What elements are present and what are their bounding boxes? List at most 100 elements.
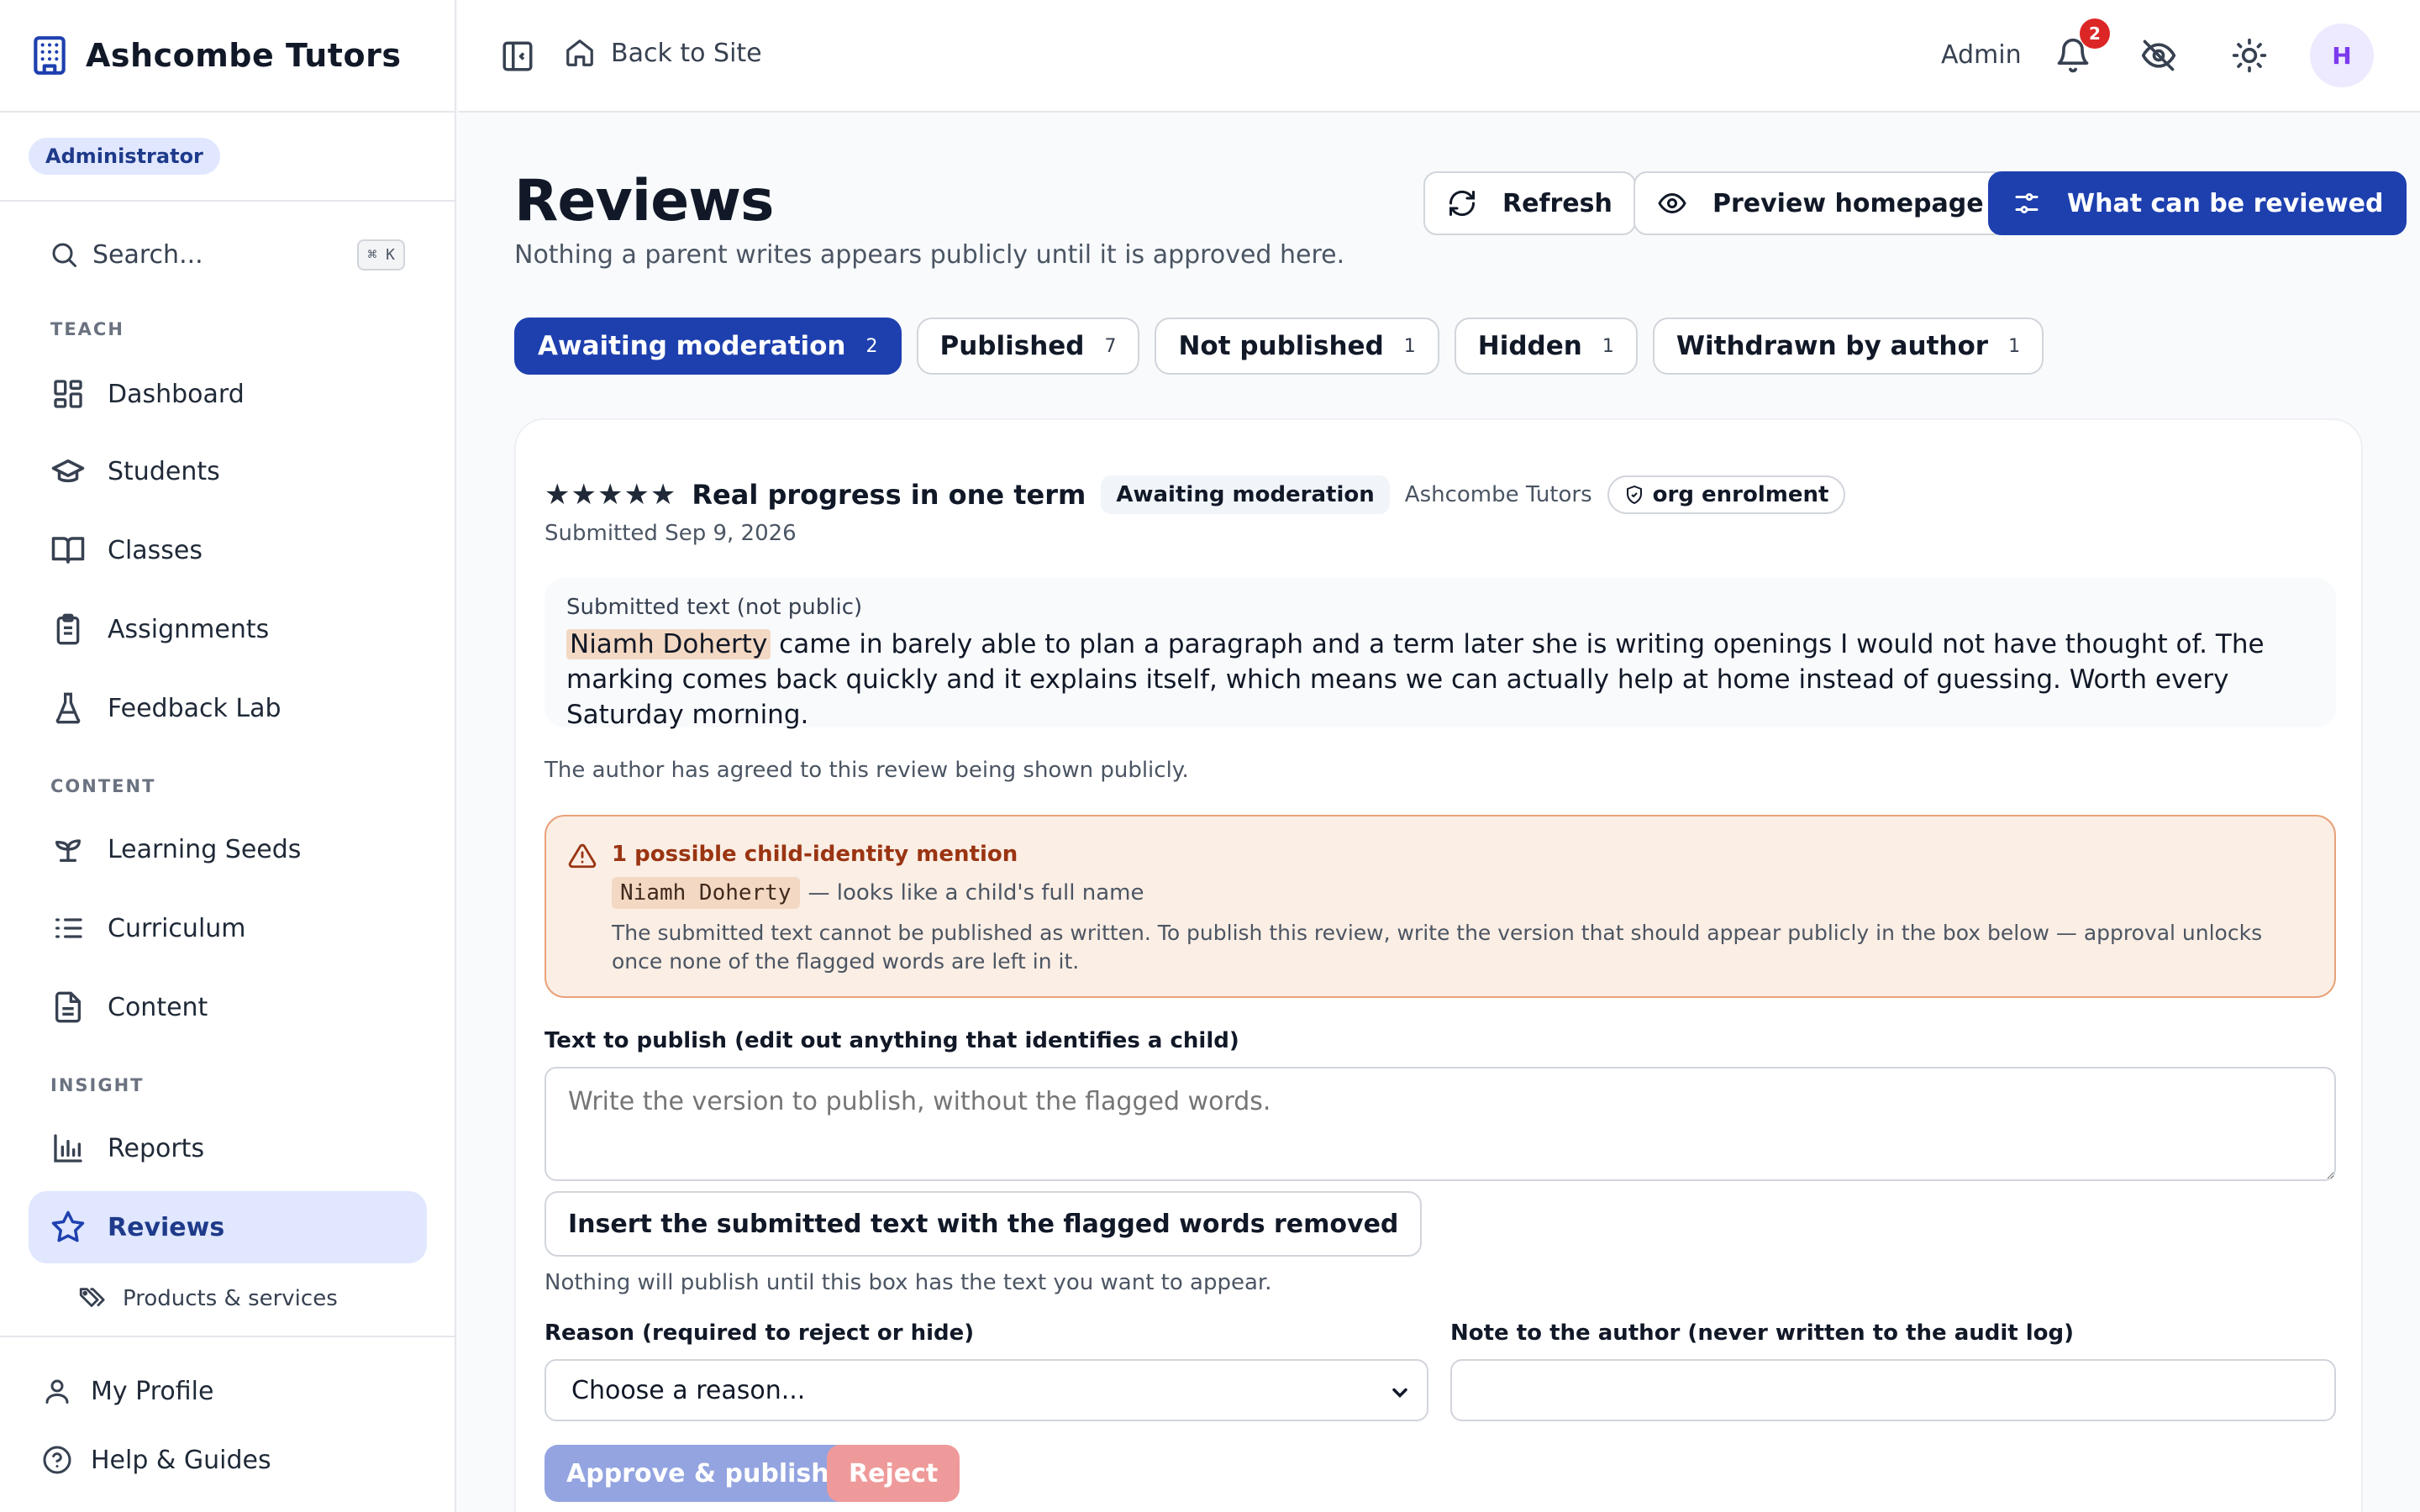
shield-check-icon bbox=[1626, 486, 1642, 504]
page-subtitle: Nothing a parent writes appears publicly… bbox=[514, 240, 1345, 270]
sidebar-item-reports[interactable]: Reports bbox=[29, 1112, 427, 1184]
sidebar-item-label: Help & Guides bbox=[91, 1445, 271, 1475]
publish-text-label: Text to publish (edit out anything that … bbox=[544, 1028, 1239, 1053]
page-title: Reviews bbox=[514, 168, 775, 234]
warning-title: 1 possible child-identity mention bbox=[612, 842, 1018, 867]
alert-triangle-icon bbox=[568, 843, 597, 869]
sidebar-item-curriculum[interactable]: Curriculum bbox=[29, 892, 427, 964]
tab-label: Hidden bbox=[1477, 331, 1582, 361]
home-icon bbox=[566, 39, 593, 66]
role-area: Administrator bbox=[0, 113, 455, 202]
list-ordered-icon bbox=[50, 911, 86, 946]
submitted-text-box: Submitted text (not public) Niamh Dohert… bbox=[544, 578, 2336, 730]
author-note-label: Note to the author (never written to the… bbox=[1450, 1320, 2075, 1346]
sidebar-item-label: Learning Seeds bbox=[108, 834, 302, 864]
sidebar-item-my-profile[interactable]: My Profile bbox=[42, 1366, 213, 1416]
tab-count: 1 bbox=[1602, 335, 1614, 357]
eye-off-icon[interactable] bbox=[2140, 37, 2177, 74]
refresh-icon bbox=[1449, 190, 1476, 217]
submitted-date: Submitted Sep 9, 2026 bbox=[544, 521, 797, 546]
section-label-teach: TEACH bbox=[50, 319, 124, 339]
sidebar-item-label: Reports bbox=[108, 1133, 205, 1163]
sidebar-bottom-divider bbox=[0, 1336, 455, 1337]
sidebar-item-label: Students bbox=[108, 456, 220, 486]
reason-selected-value: Choose a reason... bbox=[571, 1375, 806, 1405]
search-placeholder: Search... bbox=[92, 239, 203, 270]
file-text-icon bbox=[50, 990, 86, 1025]
sidebar-item-label: My Profile bbox=[91, 1376, 214, 1406]
sidebar-item-label: Reviews bbox=[108, 1212, 225, 1242]
tab-awaiting-moderation[interactable]: Awaiting moderation 2 bbox=[514, 318, 902, 375]
tab-count: 1 bbox=[2008, 335, 2021, 357]
sidebar-item-help-guides[interactable]: Help & Guides bbox=[42, 1435, 271, 1485]
tab-published[interactable]: Published 7 bbox=[916, 318, 1140, 375]
review-title: Real progress in one term bbox=[692, 479, 1086, 511]
what-can-be-reviewed-label: What can be reviewed bbox=[2067, 188, 2384, 218]
what-can-be-reviewed-button[interactable]: What can be reviewed bbox=[1988, 171, 2407, 235]
sidebar-item-content[interactable]: Content bbox=[29, 971, 427, 1043]
eye-icon bbox=[1658, 192, 1686, 214]
notification-badge: 2 bbox=[2080, 18, 2110, 49]
preview-homepage-label: Preview homepage bbox=[1712, 188, 1984, 218]
tab-withdrawn-by-author[interactable]: Withdrawn by author 1 bbox=[1652, 318, 2044, 375]
sidebar-item-feedback-lab[interactable]: Feedback Lab bbox=[29, 672, 427, 744]
warning-description: The submitted text cannot be published a… bbox=[612, 921, 2263, 974]
review-card: ★★★★★ Real progress in one term Awaiting… bbox=[514, 418, 2363, 1512]
flask-icon bbox=[50, 690, 86, 726]
search-shortcut: ⌘ K bbox=[357, 239, 405, 270]
preview-homepage-button[interactable]: Preview homepage bbox=[1634, 171, 2007, 235]
sidebar-item-learning-seeds[interactable]: Learning Seeds bbox=[29, 813, 427, 885]
sidebar-item-label: Feedback Lab bbox=[108, 693, 281, 723]
sun-icon[interactable] bbox=[2231, 37, 2268, 74]
topbar: Back to Site Admin 2 H bbox=[458, 0, 2420, 113]
brand-name: Ashcombe Tutors bbox=[86, 37, 402, 74]
flagged-reason: — looks like a child's full name bbox=[808, 880, 1144, 906]
submitted-text-label: Submitted text (not public) bbox=[566, 595, 863, 620]
back-to-site-link[interactable]: Back to Site bbox=[564, 37, 762, 69]
tab-label: Published bbox=[939, 331, 1085, 361]
role-badge: Administrator bbox=[29, 138, 220, 175]
brand[interactable]: Ashcombe Tutors bbox=[0, 0, 455, 113]
sidebar-search[interactable]: Search... ⌘ K bbox=[49, 228, 405, 281]
chevron-down-icon bbox=[1392, 1388, 1407, 1398]
consent-note: The author has agreed to this review bei… bbox=[544, 758, 1189, 783]
refresh-button[interactable]: Refresh bbox=[1423, 171, 1636, 235]
sliders-icon bbox=[2015, 193, 2039, 213]
sprout-icon bbox=[50, 832, 86, 867]
search-icon bbox=[52, 243, 76, 267]
sidebar-item-reviews[interactable]: Reviews bbox=[29, 1191, 427, 1263]
graduation-cap-icon bbox=[50, 454, 86, 489]
avatar[interactable]: H bbox=[2310, 24, 2374, 87]
source-label: org enrolment bbox=[1652, 482, 1829, 507]
tab-not-published[interactable]: Not published 1 bbox=[1155, 318, 1439, 375]
publish-text-input[interactable] bbox=[544, 1067, 2336, 1181]
sidebar-item-label: Curriculum bbox=[108, 913, 246, 943]
sidebar-subitem-products-services[interactable]: Products & services bbox=[77, 1277, 338, 1320]
insert-redacted-text-button[interactable]: Insert the submitted text with the flagg… bbox=[544, 1191, 1423, 1257]
sidebar-item-assignments[interactable]: Assignments bbox=[29, 593, 427, 665]
flagged-term: Niamh Doherty bbox=[612, 877, 800, 909]
source-badge: org enrolment bbox=[1607, 475, 1846, 514]
tab-label: Withdrawn by author bbox=[1676, 331, 1989, 361]
sidebar-item-label: Content bbox=[108, 992, 208, 1022]
sidebar-item-dashboard[interactable]: Dashboard bbox=[29, 358, 427, 430]
reject-button[interactable]: Reject bbox=[827, 1445, 960, 1502]
sidebar-item-classes[interactable]: Classes bbox=[29, 514, 427, 586]
submitted-text-body: Niamh Doherty came in barely able to pla… bbox=[566, 627, 2314, 732]
tab-label: Awaiting moderation bbox=[538, 331, 846, 361]
bar-chart-icon bbox=[50, 1131, 86, 1166]
user-role-label: Admin bbox=[1941, 40, 2022, 70]
sidebar-item-label: Assignments bbox=[108, 614, 270, 644]
submitted-text-rest: came in barely able to plan a paragraph … bbox=[566, 629, 2265, 730]
sidebar-item-label: Classes bbox=[108, 535, 203, 565]
reason-select[interactable]: Choose a reason... bbox=[544, 1359, 1428, 1421]
clipboard-icon bbox=[50, 612, 86, 647]
tab-count: 2 bbox=[865, 335, 878, 357]
tab-count: 7 bbox=[1104, 335, 1117, 357]
approve-publish-button[interactable]: Approve & publish bbox=[544, 1445, 851, 1502]
author-note-input[interactable] bbox=[1450, 1359, 2336, 1421]
sidebar-item-students[interactable]: Students bbox=[29, 435, 427, 507]
status-badge: Awaiting moderation bbox=[1101, 475, 1390, 514]
tab-hidden[interactable]: Hidden 1 bbox=[1454, 318, 1638, 375]
sidebar-collapse-icon[interactable] bbox=[500, 39, 535, 74]
